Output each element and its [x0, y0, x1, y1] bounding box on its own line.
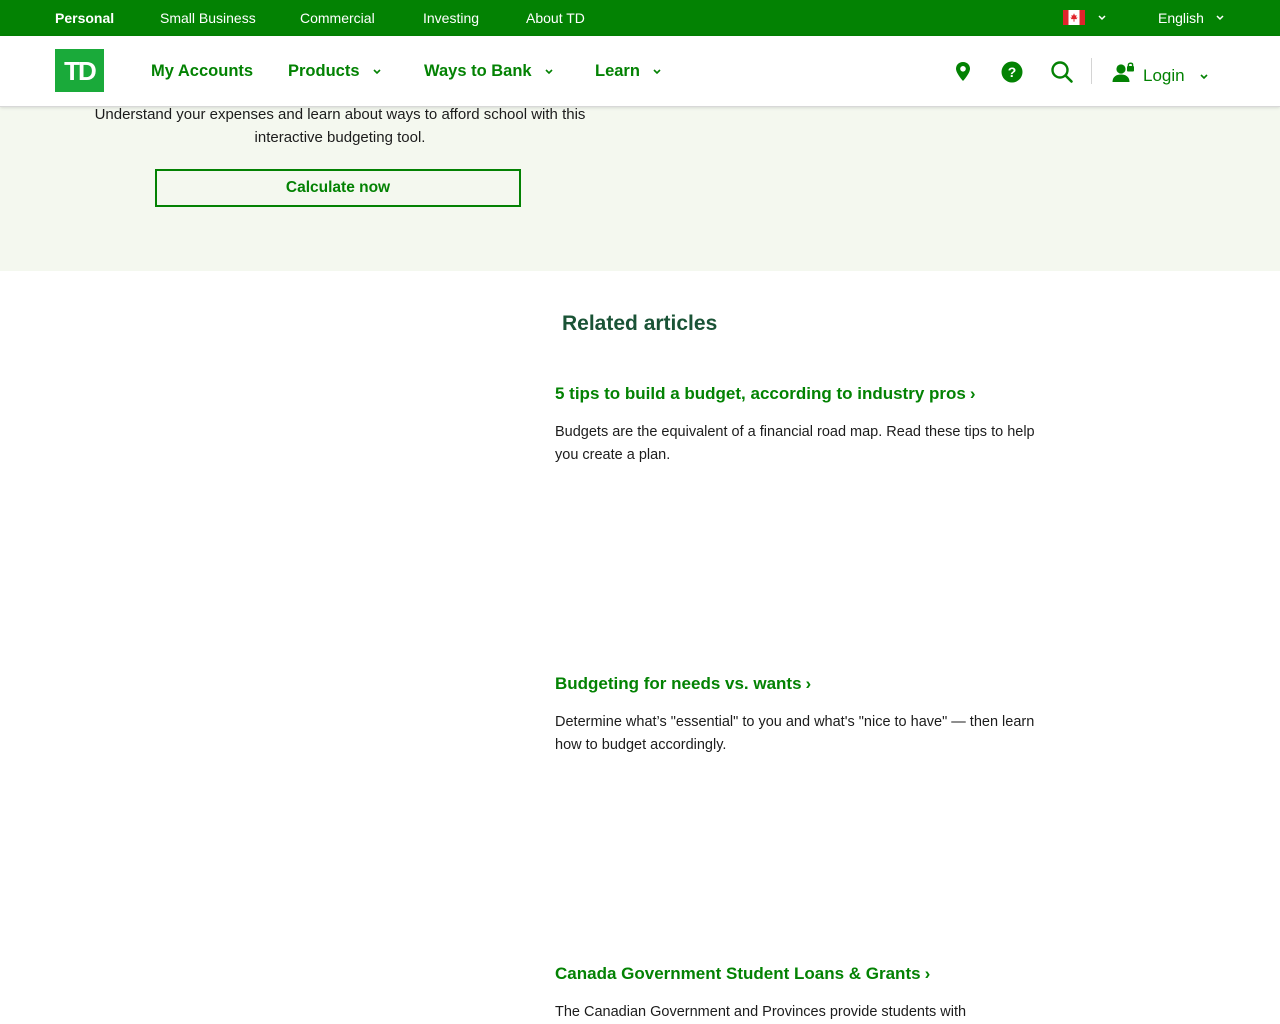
chevron-right-icon: › [805, 674, 812, 693]
top-utility-bar: Personal Small Business Commercial Inves… [0, 0, 1280, 36]
article-title: Budgeting for needs vs. wants [555, 674, 802, 693]
calculate-now-button[interactable]: Calculate now [155, 169, 521, 207]
login-label: Login [1143, 66, 1185, 85]
article-card: Budgeting for needs vs. wants › Determine… [555, 674, 1035, 757]
article-card: 5 tips to build a budget, according to i… [555, 384, 1035, 467]
svg-text:?: ? [1008, 64, 1017, 80]
chevron-down-icon [545, 69, 553, 74]
login-chevron-down-icon [1200, 73, 1208, 79]
segment-about-td[interactable]: About TD [526, 0, 585, 36]
main-navigation: TD My Accounts Products Ways to Bank Lea… [0, 36, 1280, 107]
article-card: Canada Government Student Loans & Grants… [555, 964, 1035, 1024]
article-title: Canada Government Student Loans & Grants [555, 964, 921, 983]
language-selector[interactable]: English [1158, 0, 1204, 36]
nav-ways-to-bank-label: Ways to Bank [424, 62, 532, 80]
language-chevron-down-icon[interactable] [1215, 14, 1225, 22]
nav-my-accounts[interactable]: My Accounts [151, 36, 253, 106]
segment-investing[interactable]: Investing [423, 0, 479, 36]
article-link[interactable]: 5 tips to build a budget, according to i… [555, 384, 1035, 404]
hero-description: Understand your expenses and learn about… [94, 106, 586, 146]
segment-small-business[interactable]: Small Business [160, 0, 256, 36]
article-description: Determine what’s "essential" to you and … [555, 714, 1035, 753]
help-icon[interactable]: ? [1001, 61, 1023, 83]
search-icon[interactable] [1050, 60, 1074, 84]
login-button[interactable]: Login [1112, 36, 1209, 106]
chevron-down-icon [372, 69, 381, 74]
nav-divider [1091, 58, 1092, 84]
td-logo-text: TD [64, 56, 96, 86]
nav-ways-to-bank[interactable]: Ways to Bank [424, 36, 554, 106]
country-chevron-down-icon[interactable] [1097, 14, 1107, 22]
article-link[interactable]: Budgeting for needs vs. wants › [555, 674, 1035, 694]
article-description: Budgets are the equivalent of a financia… [555, 424, 1035, 463]
nav-learn[interactable]: Learn [595, 36, 662, 106]
nav-learn-label: Learn [595, 62, 640, 80]
chevron-right-icon: › [969, 384, 976, 403]
nav-products-label: Products [288, 62, 360, 80]
user-lock-icon [1112, 62, 1134, 82]
nav-products[interactable]: Products [288, 36, 382, 106]
nav-my-accounts-label: My Accounts [151, 62, 254, 80]
location-pin-icon[interactable] [953, 61, 973, 83]
segment-personal[interactable]: Personal [55, 0, 114, 36]
segment-commercial[interactable]: Commercial [300, 0, 375, 36]
related-articles-heading: Related articles [562, 312, 718, 335]
td-logo[interactable]: TD [55, 49, 104, 92]
chevron-right-icon: › [924, 964, 931, 983]
chevron-down-icon [653, 69, 661, 74]
article-description: The Canadian Government and Provinces pr… [555, 1004, 967, 1020]
hero-section: Understand your expenses and learn about… [0, 106, 1280, 271]
article-link[interactable]: Canada Government Student Loans & Grants… [555, 964, 1035, 984]
canada-flag-icon[interactable] [1063, 10, 1085, 25]
article-title: 5 tips to build a budget, according to i… [555, 384, 966, 403]
